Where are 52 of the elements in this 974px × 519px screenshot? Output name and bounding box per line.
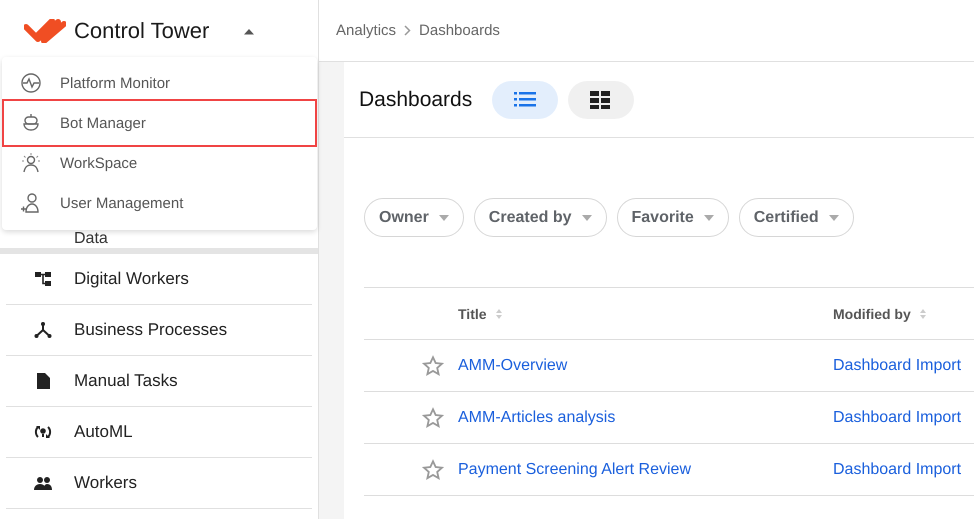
sidebar-item[interactable]: Business Processes xyxy=(6,305,312,356)
cycle-icon xyxy=(34,423,52,441)
document-icon xyxy=(34,372,52,390)
dashboard-link[interactable]: Payment Screening Alert Review xyxy=(458,460,691,478)
user-link[interactable]: Dashboard Import xyxy=(833,356,962,374)
column-header: Modified by xyxy=(833,306,911,322)
caret-icon xyxy=(828,214,839,220)
menu-item[interactable]: Bot Manager xyxy=(2,99,317,147)
column-header: Title xyxy=(458,306,487,322)
user-link[interactable]: Dashboard Import xyxy=(833,460,962,478)
sidebar-label: Workers xyxy=(74,473,137,493)
sidebar-item[interactable]: Workers xyxy=(6,458,312,509)
sidebar-item[interactable]: Digital Workers xyxy=(6,254,312,305)
menu-item[interactable]: User Management xyxy=(2,183,317,223)
person-icon xyxy=(20,152,42,174)
grid-icon xyxy=(590,90,612,109)
filter-dropdown[interactable]: Created by xyxy=(474,198,606,237)
dashboard-link[interactable]: AMM-Articles analysis xyxy=(458,408,616,426)
caret-icon xyxy=(704,214,714,220)
user-link[interactable]: Dashboard Import xyxy=(833,408,962,426)
sidebar-label: Manual Tasks xyxy=(74,371,178,391)
sidebar-label: Digital Workers xyxy=(74,269,189,289)
group-icon xyxy=(34,474,52,492)
breadcrumb-current: Dashboards xyxy=(419,22,500,39)
sidebar-item[interactable]: Data xyxy=(74,230,108,248)
caret-icon xyxy=(438,214,449,220)
star-icon[interactable] xyxy=(422,354,444,376)
grid-view-button[interactable] xyxy=(568,80,634,118)
list-icon xyxy=(514,90,536,109)
star-icon[interactable] xyxy=(422,458,444,480)
page-title: Dashboards xyxy=(359,88,472,112)
star-icon[interactable] xyxy=(422,406,444,428)
hierarchy-icon xyxy=(34,270,52,288)
sort-icon[interactable] xyxy=(494,306,503,320)
caret-icon[interactable] xyxy=(243,28,256,34)
sidebar-item[interactable]: Manual Tasks xyxy=(6,356,312,407)
list-view-button[interactable] xyxy=(492,80,558,118)
logo-icon xyxy=(24,19,66,43)
caret-icon xyxy=(582,214,592,220)
filter-dropdown[interactable]: Favorite xyxy=(616,198,729,237)
app-title: Control Tower xyxy=(74,18,210,44)
breadcrumb-link[interactable]: Analytics xyxy=(336,22,396,39)
pulse-icon xyxy=(20,72,42,94)
chevron-icon xyxy=(404,25,412,36)
sidebar-label: Business Processes xyxy=(74,320,228,340)
dashboard-link[interactable]: AMM-Overview xyxy=(458,356,568,374)
flow-icon xyxy=(34,321,52,339)
filter-dropdown[interactable]: Owner xyxy=(364,198,464,237)
filter-dropdown[interactable]: Certified xyxy=(738,198,854,237)
sidebar-item[interactable]: AutoML xyxy=(6,407,312,458)
sort-icon[interactable] xyxy=(918,306,927,320)
sidebar-label: AutoML xyxy=(74,422,133,442)
